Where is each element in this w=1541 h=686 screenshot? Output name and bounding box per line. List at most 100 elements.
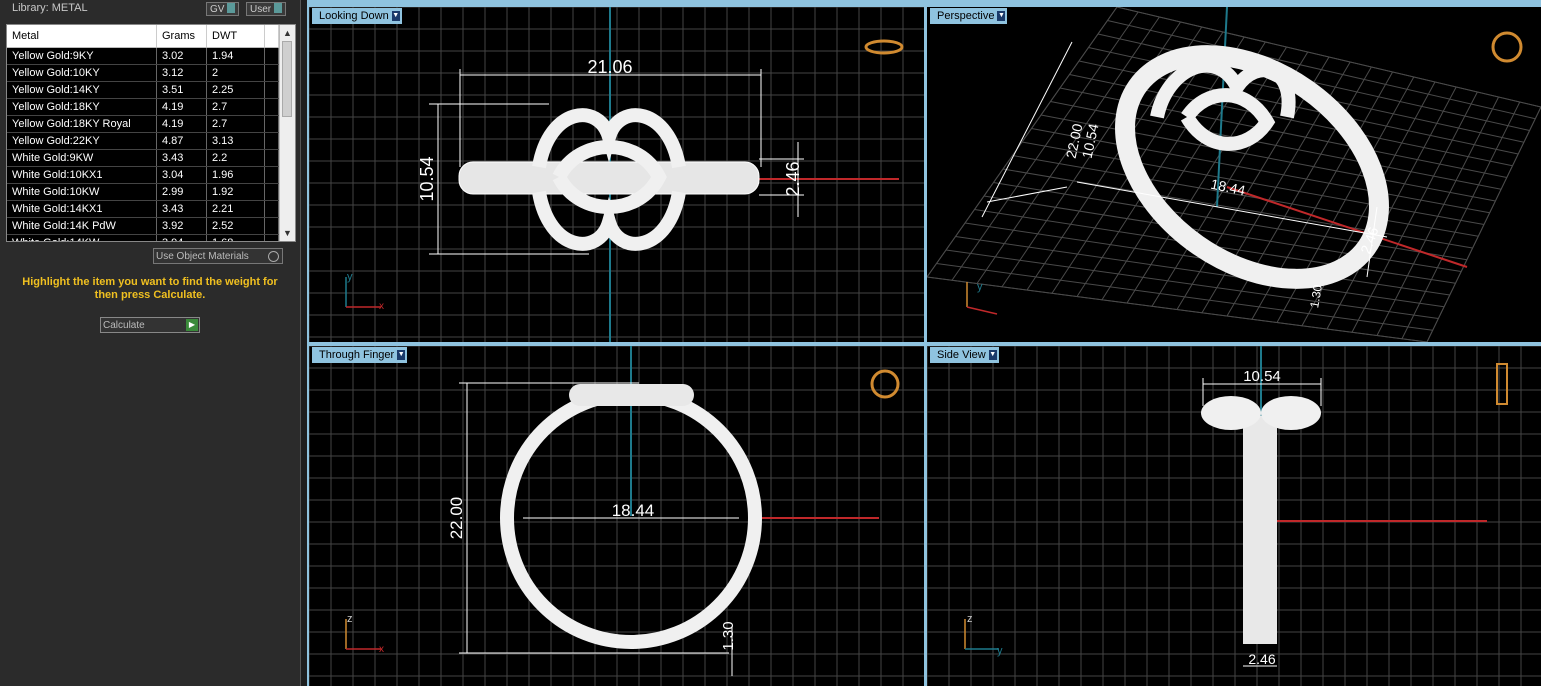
cell-spacer: [265, 150, 279, 166]
dropdown-arrow-icon[interactable]: ▼: [997, 11, 1006, 21]
cell-metal: Yellow Gold:14KY: [7, 82, 157, 98]
user-toggle-label: User: [250, 4, 272, 15]
view-cube-icon[interactable]: [1491, 31, 1523, 63]
cell-metal: White Gold:10KX1: [7, 167, 157, 183]
gv-indicator-icon: [227, 3, 236, 13]
scroll-up-icon[interactable]: ▲: [283, 28, 292, 38]
use-object-materials-label: Use Object Materials: [156, 251, 249, 262]
table-row[interactable]: Yellow Gold:14KY 3.51 2.25: [7, 82, 279, 99]
table-row[interactable]: Yellow Gold:22KY 4.87 3.13: [7, 133, 279, 150]
scroll-down-icon[interactable]: ▼: [283, 228, 292, 238]
use-object-materials-toggle[interactable]: Use Object Materials: [153, 248, 283, 264]
viewport-side-view[interactable]: 10.54 2.46 z y Side View ▼: [927, 346, 1541, 686]
cell-grams: 4.87: [157, 133, 207, 149]
cell-dwt: 2.25: [207, 82, 265, 98]
dim-inner: 18.44: [1209, 176, 1247, 199]
cell-spacer: [265, 82, 279, 98]
table-row[interactable]: White Gold:14KX1 3.43 2.21: [7, 201, 279, 218]
knot-right-shape: [1261, 396, 1321, 430]
view-tabs-strip: [307, 0, 1541, 6]
cell-dwt: 1.96: [207, 167, 265, 183]
cell-spacer: [265, 65, 279, 81]
cell-metal: White Gold:14K PdW: [7, 218, 157, 234]
dropdown-arrow-icon[interactable]: ▼: [397, 350, 406, 360]
metal-table: Metal Grams DWT Yellow Gold:9KY 3.02 1.94 Y…: [6, 24, 296, 242]
cell-metal: Yellow Gold:9KY: [7, 48, 157, 64]
header-spacer: [265, 25, 279, 47]
viewport-area: 21.06 10.54 2.46 y x Looking Down ▼ 22.0…: [307, 0, 1541, 686]
cell-metal: White Gold:10KW: [7, 184, 157, 200]
svg-text:y: y: [997, 645, 1003, 657]
cell-grams: 3.12: [157, 65, 207, 81]
table-row[interactable]: Yellow Gold:18KY Royal 4.19 2.7: [7, 116, 279, 133]
table-row[interactable]: Yellow Gold:9KY 3.02 1.94: [7, 48, 279, 65]
cell-spacer: [265, 184, 279, 200]
table-row[interactable]: White Gold:9KW 3.43 2.2: [7, 150, 279, 167]
cell-metal: Yellow Gold:18KY: [7, 99, 157, 115]
viewport-through-finger[interactable]: 22.00 18.44 1.30 z x Through Finger ▼: [309, 346, 924, 686]
header-metal[interactable]: Metal: [7, 25, 157, 47]
cell-spacer: [265, 218, 279, 234]
view-label-looking-down[interactable]: Looking Down ▼: [312, 8, 402, 24]
cell-grams: 3.04: [157, 167, 207, 183]
cell-dwt: 2.7: [207, 99, 265, 115]
cell-grams: 3.02: [157, 48, 207, 64]
view-label-text: Looking Down: [319, 10, 389, 22]
dim-height: 10.54: [417, 156, 437, 201]
dropdown-arrow-icon[interactable]: ▼: [391, 11, 400, 21]
scroll-thumb[interactable]: [282, 41, 292, 117]
cell-grams: 3.43: [157, 201, 207, 217]
table-row[interactable]: Yellow Gold:10KY 3.12 2: [7, 65, 279, 82]
cell-dwt: 2.52: [207, 218, 265, 234]
header-dwt[interactable]: DWT: [207, 25, 265, 47]
cell-spacer: [265, 133, 279, 149]
play-icon: ▶: [186, 319, 198, 331]
viewport-looking-down[interactable]: 21.06 10.54 2.46 y x Looking Down ▼: [309, 7, 924, 342]
radio-icon[interactable]: [268, 251, 279, 262]
cell-metal: Yellow Gold:18KY Royal: [7, 116, 157, 132]
cell-metal: White Gold:14KW: [7, 235, 157, 241]
view-label-through-finger[interactable]: Through Finger ▼: [312, 347, 408, 363]
dropdown-arrow-icon[interactable]: ▼: [988, 350, 997, 360]
calculate-button[interactable]: Calculate ▶: [100, 317, 200, 333]
header-grams[interactable]: Grams: [157, 25, 207, 47]
table-row[interactable]: White Gold:10KX1 3.04 1.96: [7, 167, 279, 184]
ring-shape: [1115, 45, 1389, 289]
cell-grams: 3.92: [157, 218, 207, 234]
dim-band: 2.46: [783, 161, 803, 196]
side-view-canvas: 10.54 2.46 z y: [927, 346, 1541, 686]
dim-thickness: 1.30: [1307, 283, 1325, 309]
table-scrollbar[interactable]: ▲ ▼: [279, 25, 295, 241]
cell-spacer: [265, 116, 279, 132]
cell-grams: 3.51: [157, 82, 207, 98]
cell-dwt: 2.7: [207, 116, 265, 132]
table-rows: Yellow Gold:9KY 3.02 1.94 Yellow Gold:10KY 3…: [7, 48, 279, 241]
cell-grams: 4.19: [157, 116, 207, 132]
library-panel: Library: METAL GV User Metal Grams DWT Y…: [0, 0, 300, 686]
cell-grams: 4.19: [157, 99, 207, 115]
user-toggle[interactable]: User: [246, 2, 287, 16]
table-row[interactable]: White Gold:10KW 2.99 1.92: [7, 184, 279, 201]
cell-dwt: 1.92: [207, 184, 265, 200]
table-header: Metal Grams DWT: [7, 25, 279, 48]
table-row[interactable]: White Gold:14KW3.941.68: [7, 235, 279, 241]
through-finger-canvas: 22.00 18.44 1.30 z x: [309, 346, 924, 686]
table-row[interactable]: White Gold:14K PdW 3.92 2.52: [7, 218, 279, 235]
view-cube-icon[interactable]: [870, 369, 900, 399]
view-label-perspective[interactable]: Perspective ▼: [930, 8, 1008, 24]
perspective-canvas: 22.00 10.54 18.44 2.46 1.30 y: [927, 7, 1541, 342]
cell-dwt: 2.2: [207, 150, 265, 166]
gv-toggle[interactable]: GV: [206, 2, 240, 16]
table-row[interactable]: Yellow Gold:18KY 4.19 2.7: [7, 99, 279, 116]
view-label-text: Side View: [937, 349, 986, 361]
viewport-perspective[interactable]: 22.00 10.54 18.44 2.46 1.30 y Perspectiv…: [927, 7, 1541, 342]
band-shape: [1243, 416, 1277, 644]
calculate-label: Calculate: [103, 320, 145, 331]
svg-text:x: x: [379, 644, 384, 655]
looking-down-canvas: 21.06 10.54 2.46 y x: [309, 7, 924, 342]
svg-text:z: z: [347, 613, 353, 625]
dim-inner: 18.44: [612, 501, 655, 520]
dim-band: 2.46: [1248, 651, 1275, 667]
cell-spacer: [265, 99, 279, 115]
view-label-side-view[interactable]: Side View ▼: [930, 347, 999, 363]
